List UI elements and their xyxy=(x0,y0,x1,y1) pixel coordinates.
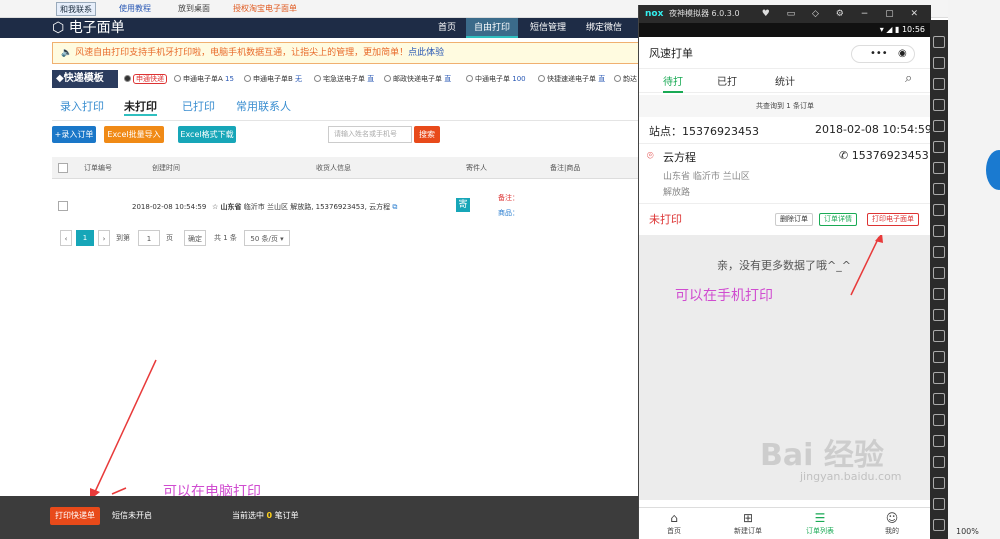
search-icon[interactable]: ⌕ xyxy=(905,71,912,86)
emulator-tool-icon[interactable] xyxy=(933,120,945,132)
divider xyxy=(639,203,931,204)
emulator-titlebar: nox 夜神模拟器 6.0.3.0 ♥ ▭ ◇ ⚙ − ▢ ✕ xyxy=(639,5,931,23)
order-detail-button[interactable]: 订单详情 xyxy=(819,213,857,226)
more-icon[interactable]: ••• xyxy=(870,46,888,62)
mobile-bottom-nav: ⌂ 首页 ⊞ 新建订单 ☰ 订单列表 ☺ 我的 xyxy=(639,507,931,539)
mobile-tabs: 待打 已打 统计 ⌕ xyxy=(639,69,931,93)
mobile-tab-stats[interactable]: 统计 xyxy=(775,73,795,88)
emulator-sidebar xyxy=(930,20,948,539)
sms-status: 短信未开启 xyxy=(112,511,152,520)
divider xyxy=(639,143,931,144)
emulator-tool-icon[interactable] xyxy=(933,141,945,153)
capsule-menu[interactable]: ••• ◉ xyxy=(851,45,915,63)
emulator-tool-icon[interactable] xyxy=(933,519,945,531)
phone-icon[interactable]: ✆ xyxy=(839,149,848,162)
emulator-tool-icon[interactable] xyxy=(933,246,945,258)
nav-home-mobile[interactable]: ⌂ 首页 xyxy=(649,510,699,536)
emulator-tool-icon[interactable] xyxy=(933,477,945,489)
user-icon: ☺ xyxy=(885,511,899,525)
emulator-tool-icon[interactable] xyxy=(933,99,945,111)
emulator-tool-icon[interactable] xyxy=(933,393,945,405)
mobile-app-bar: 风速打单 ••• ◉ xyxy=(639,37,931,69)
emulator-tool-icon[interactable] xyxy=(933,414,945,426)
watermark-url: jingyan.baidu.com xyxy=(800,470,902,483)
station-label: 站点：15376923453 xyxy=(649,125,759,138)
emulator-tool-icon[interactable] xyxy=(933,372,945,384)
location-icon: ⌾ xyxy=(647,149,654,162)
emulator-tool-icon[interactable] xyxy=(933,36,945,48)
window-controls[interactable]: ♥ ▭ ◇ ⚙ − ▢ ✕ xyxy=(762,5,925,23)
mobile-tab-printed[interactable]: 已打 xyxy=(717,73,737,88)
emulator-tool-icon[interactable] xyxy=(933,183,945,195)
emulator-tool-icon[interactable] xyxy=(933,351,945,363)
nav-new-order[interactable]: ⊞ 新建订单 xyxy=(723,510,773,536)
home-icon: ⌂ xyxy=(670,511,678,525)
emulator-logo: nox xyxy=(645,9,664,19)
receiver-name: 云方程 xyxy=(663,151,696,164)
emulator-title: 夜神模拟器 6.0.3.0 xyxy=(669,9,740,18)
emulator-tool-icon[interactable] xyxy=(933,57,945,69)
print-status: 未打印 xyxy=(649,213,682,226)
emulator-tool-icon[interactable] xyxy=(933,498,945,510)
emulator-tool-icon[interactable] xyxy=(933,288,945,300)
mobile-app-title: 风速打单 xyxy=(649,47,693,60)
floating-icon[interactable] xyxy=(986,150,1000,190)
zoom-level: 100% xyxy=(956,527,979,536)
close-circle-icon[interactable]: ◉ xyxy=(898,46,907,62)
mobile-print-annotation: 可以在手机打印 xyxy=(675,288,773,304)
selected-info: 当前选中 0 笔订单 xyxy=(232,511,299,520)
emulator-tool-icon[interactable] xyxy=(933,309,945,321)
emulator-tool-icon[interactable] xyxy=(933,435,945,447)
emulator-tool-icon[interactable] xyxy=(933,162,945,174)
list-icon: ☰ xyxy=(814,511,826,525)
emulator-tool-icon[interactable] xyxy=(933,330,945,342)
desktop-background: 100% xyxy=(948,0,1000,539)
emulator-tool-icon[interactable] xyxy=(933,204,945,216)
delete-order-button[interactable]: 删除订单 xyxy=(775,213,813,226)
station-time: 2018-02-08 10:54:59 xyxy=(815,123,932,136)
receiver-phone: ✆ 15376923453 xyxy=(839,149,929,162)
order-count-text: 共查询到 1 条订单 xyxy=(639,95,931,117)
emulator-tool-icon[interactable] xyxy=(933,225,945,237)
emulator-tool-icon[interactable] xyxy=(933,456,945,468)
address-line-2: 解放路 xyxy=(663,188,691,198)
nav-profile[interactable]: ☺ 我的 xyxy=(867,510,917,536)
footer-bar: 打印快递单 短信未开启 当前选中 0 笔订单 xyxy=(0,496,640,539)
watermark: Bai 经验 xyxy=(760,438,884,473)
mobile-tab-pending[interactable]: 待打 xyxy=(663,73,683,93)
phone-status-bar: ▾ ◢ ▮ 10:56 xyxy=(639,23,931,37)
print-waybill-mobile-button[interactable]: 打印电子面单 xyxy=(867,213,919,226)
annotation-arrows xyxy=(90,359,157,500)
emulator-tool-icon[interactable] xyxy=(933,78,945,90)
nav-order-list[interactable]: ☰ 订单列表 xyxy=(795,510,845,536)
new-order-icon: ⊞ xyxy=(742,511,754,525)
print-waybill-button[interactable]: 打印快递单 xyxy=(50,507,100,525)
address-line-1: 山东省 临沂市 兰山区 xyxy=(663,172,750,182)
emulator-tool-icon[interactable] xyxy=(933,267,945,279)
clock: 10:56 xyxy=(901,25,925,34)
